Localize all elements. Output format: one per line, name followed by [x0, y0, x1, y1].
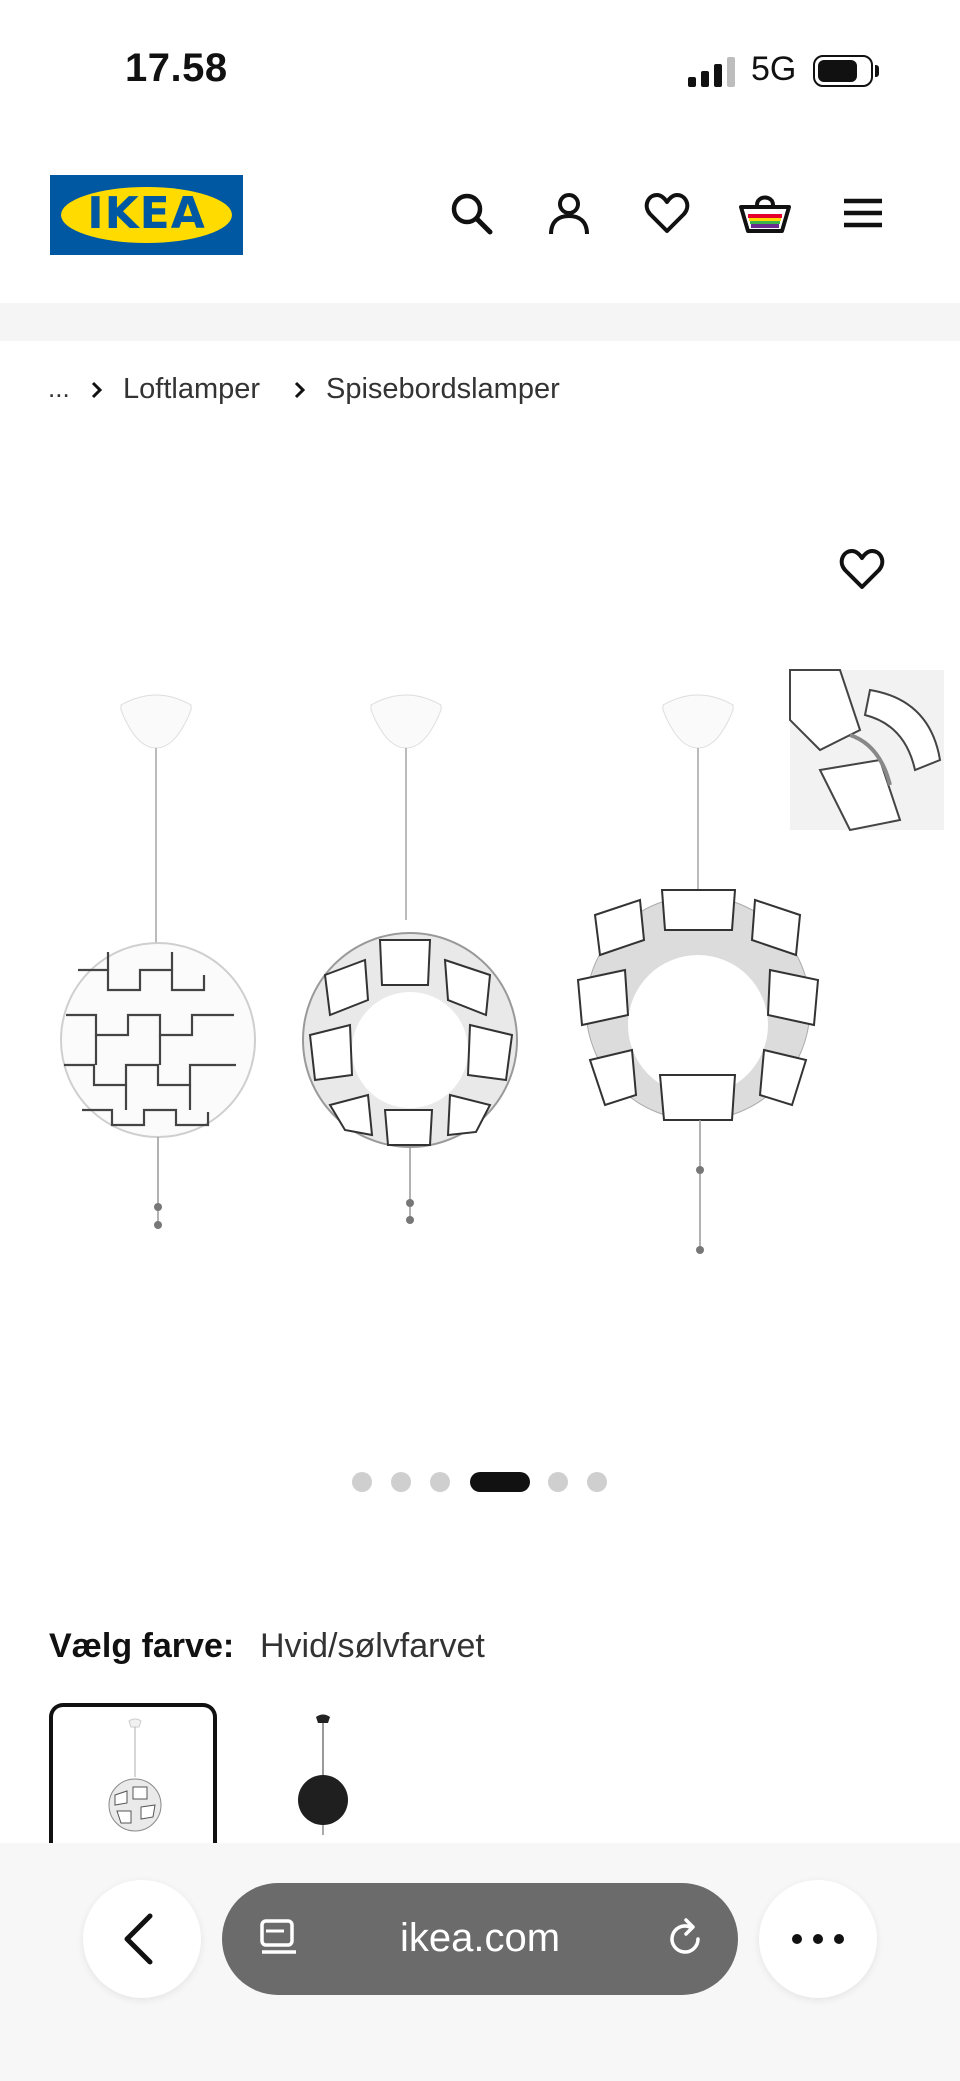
breadcrumb-item-spisebordslamper[interactable]: Spisebordslamper — [326, 373, 560, 406]
back-icon — [124, 1913, 153, 1965]
search-icon[interactable] — [448, 190, 494, 236]
battery-tip — [875, 65, 879, 77]
color-label: Vælg farve: — [49, 1627, 235, 1665]
network-type: 5G — [751, 50, 797, 88]
gallery-dot[interactable] — [430, 1472, 450, 1492]
url-text: ikea.com — [399, 1916, 561, 1960]
lamp-open — [576, 694, 820, 1254]
favorite-icon[interactable] — [839, 546, 885, 592]
color-swatch-white-silver[interactable] — [49, 1703, 217, 1843]
chevron-right-icon — [91, 381, 103, 399]
selected-color: Hvid/sølvfarvet — [260, 1627, 485, 1665]
chevron-right-icon — [294, 381, 306, 399]
menu-icon[interactable] — [840, 190, 886, 236]
color-swatch-black[interactable] — [240, 1703, 408, 1843]
address-bar[interactable]: ikea.com — [222, 1883, 738, 1995]
gallery-dot[interactable] — [352, 1472, 372, 1492]
battery-icon — [813, 55, 873, 87]
signal-icon — [688, 55, 736, 87]
back-button[interactable] — [83, 1880, 201, 1998]
account-icon[interactable] — [546, 190, 592, 236]
reload-icon[interactable] — [662, 1916, 708, 1962]
breadcrumb: ... Loftlamper Spisebordslamper — [0, 360, 960, 420]
gallery-dot[interactable] — [587, 1472, 607, 1492]
gallery-pagination — [0, 1470, 960, 1492]
logo-text: IKEA — [87, 188, 206, 239]
shopping-bag-icon[interactable] — [739, 187, 791, 239]
breadcrumb-item-loftlamper[interactable]: Loftlamper — [123, 373, 260, 406]
gallery-dot[interactable] — [548, 1472, 568, 1492]
more-button[interactable] — [759, 1880, 877, 1998]
gallery-dot-active[interactable] — [470, 1472, 530, 1492]
product-image[interactable] — [0, 520, 960, 1320]
lamp-detail-crop — [789, 669, 944, 832]
heart-icon[interactable] — [644, 190, 690, 236]
lamp-closed — [60, 694, 256, 1229]
lamp-half-open — [302, 694, 518, 1224]
ikea-logo[interactable]: IKEA — [50, 175, 243, 255]
white-lamp-thumbnail — [108, 1718, 162, 1832]
status-time: 17.58 — [125, 46, 228, 90]
black-lamp-thumbnail — [298, 1714, 348, 1835]
promo-band — [0, 303, 960, 341]
breadcrumb-ellipsis[interactable]: ... — [48, 373, 70, 404]
more-icon — [792, 1934, 844, 1944]
gallery-dot[interactable] — [391, 1472, 411, 1492]
